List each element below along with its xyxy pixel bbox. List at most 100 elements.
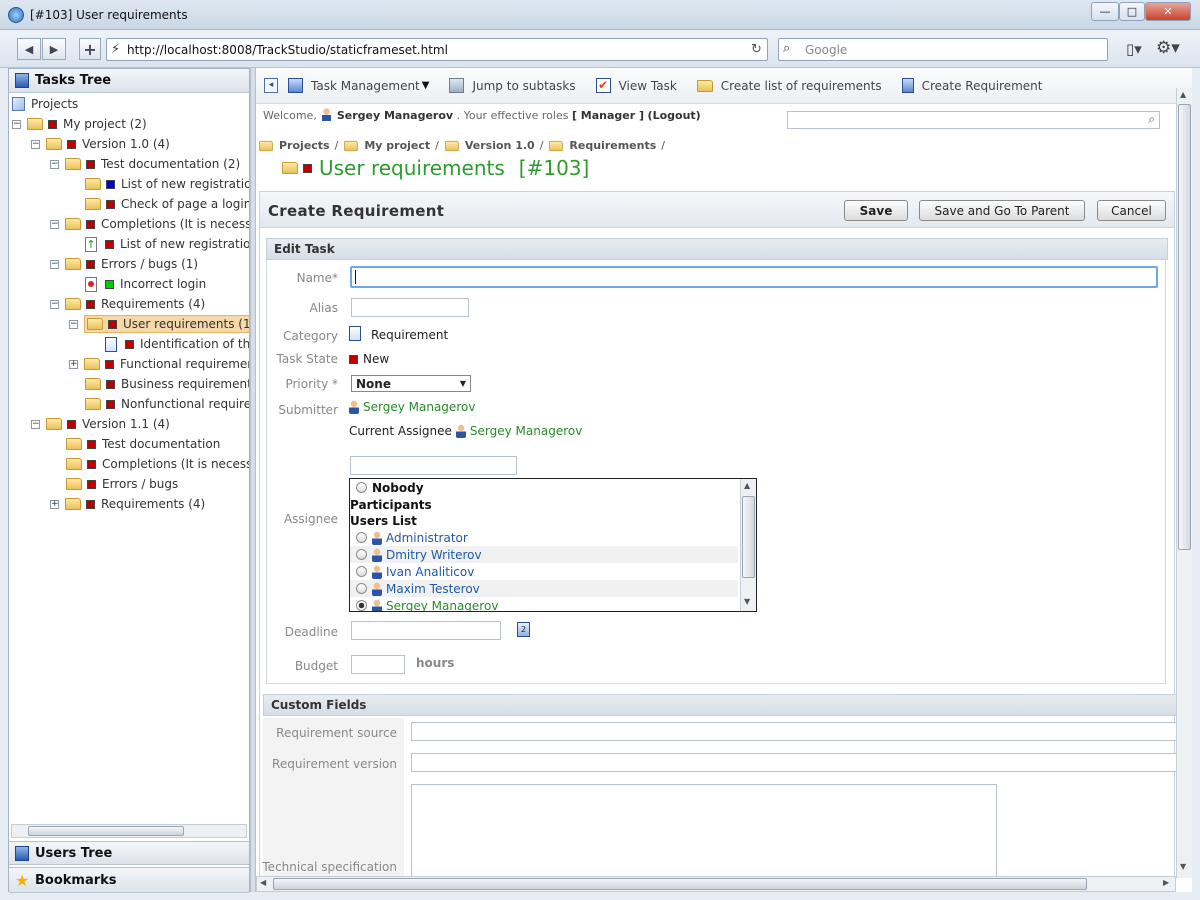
priority-select[interactable]: None ▼ [351,375,471,392]
tree-node[interactable]: Nonfunctional requirem [85,394,249,414]
task-management-menu[interactable]: Task Management ▼ [288,78,429,93]
requirement-version-field[interactable] [411,753,1181,772]
back-button[interactable]: ◀ [17,38,41,60]
alias-field[interactable] [351,298,469,317]
address-bar[interactable]: ⚡ http://localhost:8008/TrackStudio/stat… [106,38,768,61]
scroll-left-icon[interactable]: ◀ [260,878,266,887]
collapse-icon[interactable]: − [50,219,59,229]
new-tab-button[interactable]: + [79,38,101,60]
radio-button[interactable] [356,549,367,560]
users-tree-header[interactable]: Users Tree [9,841,249,865]
tree-node[interactable]: + Requirements (4) [50,494,205,514]
assignee-listbox[interactable]: Nobody Participants Users List Administr… [349,478,757,612]
tree-node[interactable]: − My project (2) [12,114,147,134]
tree-node[interactable]: Check of page a login [85,194,249,214]
assignee-option[interactable]: Administrator [350,529,738,546]
tree-node[interactable]: Business requirement [85,374,249,394]
minimize-button[interactable]: — [1091,2,1119,21]
deadline-field[interactable] [351,621,501,640]
tree-node[interactable]: − Completions (It is necessary [50,214,249,234]
collapse-icon[interactable]: − [12,119,21,129]
scroll-down-icon[interactable]: ▼ [1180,862,1186,871]
radio-button[interactable] [356,583,367,594]
tree-node-projects[interactable]: Projects [12,94,78,114]
tree-node[interactable]: ↑ List of new registrations [85,234,249,254]
breadcrumb-item[interactable]: Version 1.0 [465,139,535,152]
breadcrumb-item[interactable]: Projects [279,139,330,152]
main-vertical-scrollbar[interactable]: ▲ ▼ [1176,88,1192,878]
tree-node[interactable]: Test documentation [66,434,220,454]
requirement-source-field[interactable] [411,722,1181,741]
tree-node[interactable]: − Test documentation (2) [50,154,240,174]
breadcrumb-item[interactable]: Requirements [569,139,656,152]
scroll-up-icon[interactable]: ▲ [1180,90,1186,99]
assignee-option-selected[interactable]: Sergey Managerov [350,597,738,611]
create-requirement-button[interactable]: Create Requirement [901,78,1042,93]
save-go-parent-button[interactable]: Save and Go To Parent [919,200,1085,221]
scroll-thumb[interactable] [1178,104,1191,550]
scroll-thumb[interactable] [742,496,755,578]
view-task-button[interactable]: ✔ View Task [595,78,677,93]
collapse-icon[interactable]: − [50,299,59,309]
collapse-icon[interactable]: − [50,259,59,269]
expand-icon[interactable]: + [50,499,59,509]
quick-search-input[interactable]: ⌕ [787,111,1160,129]
tree-node[interactable]: − Version 1.1 (4) [31,414,170,434]
gear-icon[interactable]: ⚙▾ [1156,38,1180,58]
scroll-thumb[interactable] [273,878,1087,890]
bookmarks-header[interactable]: ★ Bookmarks [9,867,249,893]
name-field[interactable] [350,266,1158,288]
assignee-filter-input[interactable] [350,456,517,475]
forward-button[interactable]: ▶ [42,38,66,60]
radio-button-selected[interactable] [356,600,367,611]
assignee-option[interactable]: Dmitry Writerov [350,546,738,563]
tree-node[interactable]: − Version 1.0 (4) [31,134,170,154]
collapse-icon[interactable]: − [31,419,40,429]
tree-node[interactable]: − Errors / bugs (1) [50,254,198,274]
welcome-user[interactable]: Sergey Managerov [337,109,453,122]
radio-button[interactable] [356,532,367,543]
page-menu-icon[interactable]: ▯▾ [1126,40,1142,58]
tree-scrollbar[interactable] [11,824,247,838]
tree-node[interactable]: List of new registrations [85,174,249,194]
current-assignee-value[interactable]: Sergey Managerov [470,424,582,438]
calendar-icon[interactable]: 2 [517,622,530,637]
logout-link[interactable]: (Logout) [648,109,701,122]
scroll-right-icon[interactable]: ▶ [1163,878,1169,887]
scroll-thumb[interactable] [28,826,184,836]
cancel-button[interactable]: Cancel [1097,200,1166,221]
submitter-value[interactable]: Sergey Managerov [349,400,475,414]
main-horizontal-scrollbar[interactable]: ◀ ▶ [256,876,1176,892]
collapse-panel-icon[interactable]: ◂ [264,78,278,93]
collapse-icon[interactable]: − [69,319,78,329]
save-button[interactable]: Save [844,200,908,221]
jump-subtasks-button[interactable]: Jump to subtasks [449,78,576,93]
tree-node[interactable]: Errors / bugs [66,474,178,494]
assignee-option-nobody[interactable]: Nobody [350,479,738,496]
assignee-option[interactable]: Maxim Testerov [350,580,738,597]
tree-node[interactable]: Identification of the [105,334,249,354]
budget-field[interactable] [351,655,405,674]
tree-node[interactable]: + Functional requirements [69,354,249,374]
scroll-up-icon[interactable]: ▲ [744,481,750,490]
tree-node[interactable]: Incorrect login [85,274,206,294]
assignee-scrollbar[interactable]: ▲ ▼ [740,479,756,611]
breadcrumb-item[interactable]: My project [364,139,430,152]
create-list-button[interactable]: Create list of requirements [696,79,882,93]
search-box[interactable]: ⌕ Google [778,38,1108,61]
tree-node-selected[interactable]: − User requirements (1) [69,314,249,334]
maximize-button[interactable]: □ [1119,2,1145,21]
tree-node[interactable]: Completions (It is necessary [66,454,249,474]
search-icon[interactable]: ⌕ [1148,112,1155,127]
radio-button[interactable] [356,566,367,577]
scroll-down-icon[interactable]: ▼ [744,597,750,606]
expand-icon[interactable]: + [69,359,78,369]
tasks-tree-header[interactable]: Tasks Tree [9,69,249,93]
reload-icon[interactable]: ↻ [751,42,762,57]
close-button[interactable]: ✕ [1145,2,1191,21]
collapse-icon[interactable]: − [50,159,59,169]
assignee-option[interactable]: Ivan Analiticov [350,563,738,580]
collapse-icon[interactable]: − [31,139,40,149]
tree-node[interactable]: − Requirements (4) [50,294,205,314]
radio-button[interactable] [356,482,367,493]
